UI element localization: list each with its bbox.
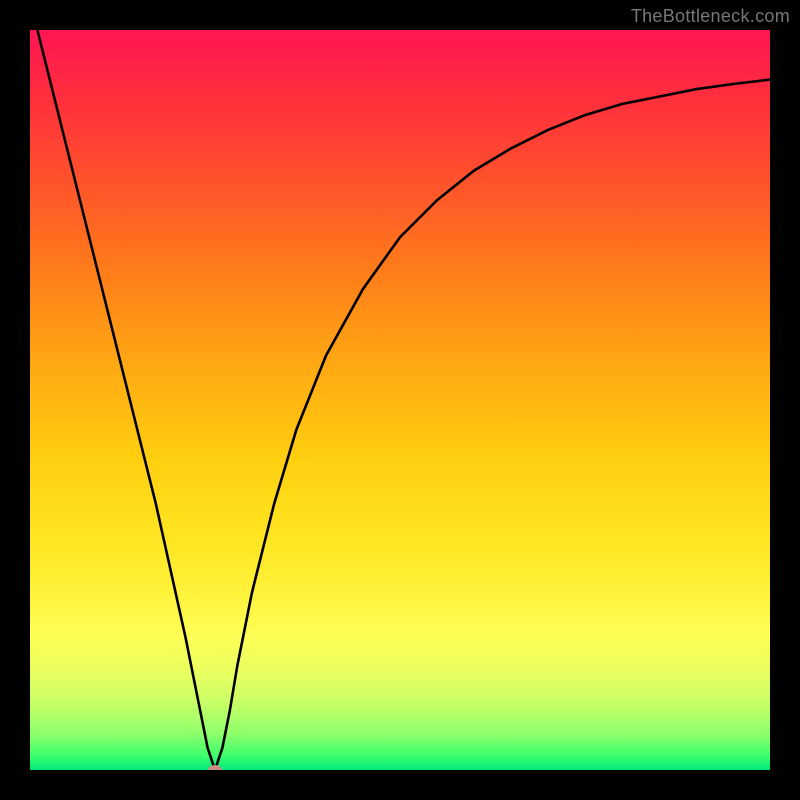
chart-frame: TheBottleneck.com (0, 0, 800, 800)
bottleneck-curve (30, 30, 770, 770)
plot-area (30, 30, 770, 770)
watermark-text: TheBottleneck.com (631, 6, 790, 27)
optimal-point-marker (208, 765, 222, 770)
